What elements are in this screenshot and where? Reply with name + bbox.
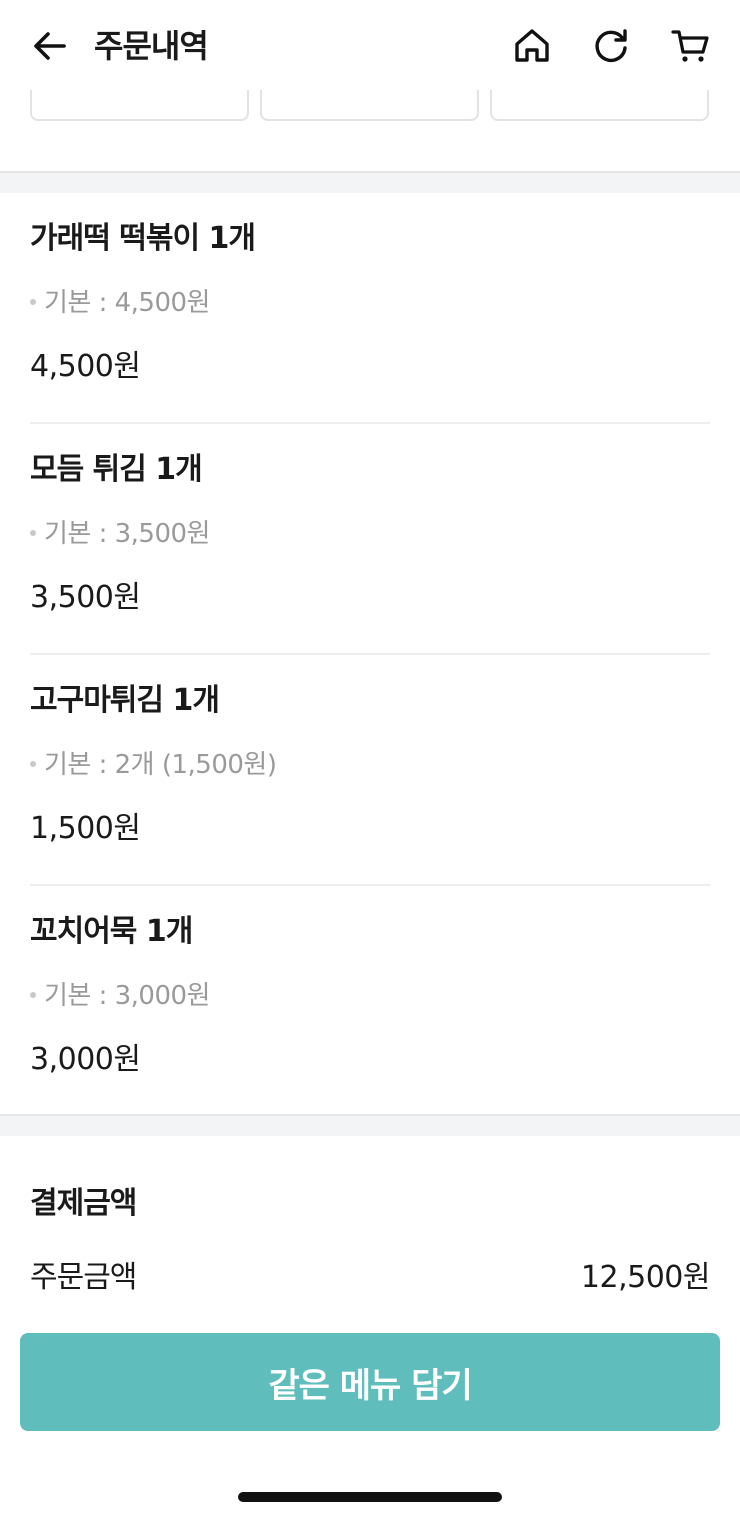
item-option: 기본 : 2개 (1,500원) [30,747,277,783]
home-button[interactable] [508,22,556,70]
back-button[interactable] [26,22,74,70]
item-option: 기본 : 3,000원 [30,978,210,1014]
bullet-icon [30,529,36,536]
scrolled-option-boxes [30,78,710,122]
cart-icon [671,30,709,62]
section-divider [0,171,740,193]
item-name: 모듬 튀김 1개 [30,452,203,487]
bullet-icon [30,298,36,305]
item-price: 1,500원 [30,811,141,846]
item-option-text: 기본 : 4,500원 [44,288,210,318]
refresh-button[interactable] [587,22,635,70]
payment-title: 결제금액 [30,1186,137,1221]
cart-button[interactable] [666,22,714,70]
order-amount-label: 주문금액 [30,1260,137,1295]
item-option-text: 기본 : 3,500원 [44,519,210,549]
bullet-icon [30,991,36,998]
reorder-same-menu-button[interactable]: 같은 메뉴 담기 [20,1333,720,1431]
item-price: 4,500원 [30,349,141,384]
order-item: 모듬 튀김 1개 기본 : 3,500원 3,500원 [30,424,710,655]
home-indicator [238,1492,502,1502]
item-name: 가래떡 떡볶이 1개 [30,221,256,256]
refresh-icon [595,29,627,63]
item-price: 3,500원 [30,580,141,615]
item-name: 꼬치어묵 1개 [30,914,193,949]
order-item: 고구마튀김 1개 기본 : 2개 (1,500원) 1,500원 [30,655,710,886]
item-name: 고구마튀김 1개 [30,683,220,718]
bullet-icon [30,760,36,767]
home-icon [515,29,549,62]
section-divider [0,1114,740,1136]
item-option-text: 기본 : 2개 (1,500원) [44,750,277,780]
item-option: 기본 : 3,500원 [30,516,210,552]
order-amount-value: 12,500원 [580,1260,711,1295]
item-price: 3,000원 [30,1042,141,1077]
back-arrow-icon [34,32,66,60]
page-title: 주문내역 [94,27,209,65]
item-option: 기본 : 4,500원 [30,285,210,321]
order-history-page: 주문내역 가래떡 떡볶이 1개 기본 : 4,500원 4,500원 모듬 튀김… [0,0,740,1516]
order-item: 꼬치어묵 1개 기본 : 3,000원 3,000원 [30,886,710,1117]
app-header: 주문내역 [0,0,740,90]
item-option-text: 기본 : 3,000원 [44,981,210,1011]
order-item: 가래떡 떡볶이 1개 기본 : 4,500원 4,500원 [30,193,710,424]
